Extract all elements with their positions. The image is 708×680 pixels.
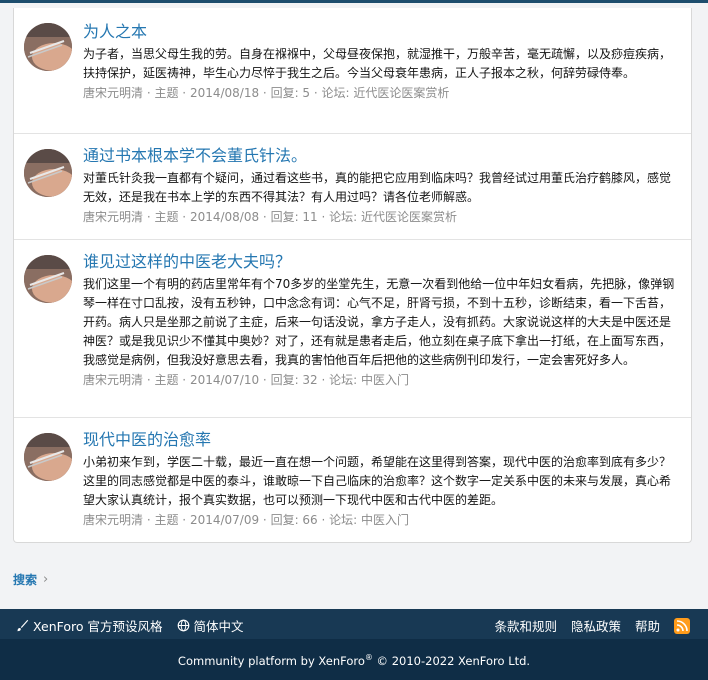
breadcrumb-search-link[interactable]: 搜索 bbox=[13, 571, 37, 588]
avatar[interactable] bbox=[24, 23, 72, 71]
result-date: 2014/08/18 bbox=[189, 86, 260, 100]
paintbrush-icon bbox=[16, 619, 29, 632]
xenforo-copyright-link[interactable]: Community platform by XenForo® © 2010-20… bbox=[177, 653, 531, 668]
result-title-link[interactable]: 谁见过这样的中医老大夫吗？ bbox=[83, 251, 677, 273]
result-forum-label: 论坛: bbox=[329, 373, 358, 387]
result-snippet: 我们这里一个有明的药店里常年有个70多岁的坐堂先生，无意一次看到他给一位中年妇女… bbox=[83, 277, 675, 367]
result-date: 2014/07/10 bbox=[189, 373, 260, 387]
result-author-link[interactable]: 唐宋元明清 bbox=[83, 210, 143, 224]
result-type: 主题 bbox=[154, 210, 179, 224]
style-chooser-link[interactable]: XenForo 官方预设风格 bbox=[16, 616, 163, 635]
result-meta: 唐宋元明清 · 主题 · 2014/07/09 · 回复: 66 · 论坛: 中… bbox=[83, 513, 410, 527]
chevron-right-icon: › bbox=[43, 572, 49, 587]
result-meta: 唐宋元明清 · 主题 · 2014/07/10 · 回复: 32 · 论坛: 中… bbox=[83, 373, 410, 387]
result-forum-link[interactable]: 近代医论医案赏析 bbox=[361, 210, 457, 224]
copyright-prefix: Community platform by XenForo bbox=[177, 653, 365, 668]
footer-copyright: Community platform by XenForo® © 2010-20… bbox=[0, 639, 708, 680]
result-forum-link[interactable]: 中医入门 bbox=[361, 513, 409, 527]
result-forum-label: 论坛: bbox=[321, 86, 350, 100]
language-chooser-label: 简体中文 bbox=[193, 619, 244, 634]
result-replies: 回复: 5 bbox=[270, 86, 311, 100]
avatar[interactable] bbox=[24, 149, 72, 197]
result-author-link[interactable]: 唐宋元明清 bbox=[83, 373, 143, 387]
result-replies: 回复: 66 bbox=[270, 513, 318, 527]
result-title-link[interactable]: 现代中医的治愈率 bbox=[83, 429, 677, 451]
avatar[interactable] bbox=[24, 255, 72, 303]
result-forum-label: 论坛: bbox=[329, 513, 358, 527]
privacy-link[interactable]: 隐私政策 bbox=[571, 616, 621, 635]
result-snippet: 为子者，当思父母生我的劳。自身在褓褓中，父母昼夜保抱，就湿推干，万般辛苦，毫无疏… bbox=[83, 47, 672, 80]
search-result: 谁见过这样的中医老大夫吗？ 我们这里一个有明的药店里常年有个70多岁的坐堂先生，… bbox=[14, 240, 691, 418]
result-date: 2014/07/09 bbox=[189, 513, 260, 527]
result-forum-link[interactable]: 近代医论医案赏析 bbox=[353, 86, 449, 100]
result-snippet: 小弟初来乍到，学医二十载，最近一直在想一个问题，希望能在这里得到答案，现代中医的… bbox=[83, 455, 672, 507]
help-link[interactable]: 帮助 bbox=[635, 616, 660, 635]
result-type: 主题 bbox=[154, 513, 179, 527]
result-type: 主题 bbox=[154, 86, 179, 100]
result-author-link[interactable]: 唐宋元明清 bbox=[83, 86, 143, 100]
search-results-block: 为人之本 为子者，当思父母生我的劳。自身在褓褓中，父母昼夜保抱，就湿推干，万般辛… bbox=[13, 8, 692, 543]
result-snippet: 对董氏针灸我一直都有个疑问，通过看这些书，真的能把它应用到临床吗？我曾经试过用董… bbox=[83, 171, 672, 204]
header-bottom-edge bbox=[0, 0, 708, 3]
footer-navigation: XenForo 官方预设风格 简体中文 条款和规则 隐私政策 帮助 bbox=[0, 609, 708, 639]
rss-icon[interactable] bbox=[674, 617, 690, 634]
result-forum-label: 论坛: bbox=[329, 210, 358, 224]
result-date: 2014/08/08 bbox=[189, 210, 260, 224]
copyright-suffix: © 2010-2022 XenForo Ltd. bbox=[372, 653, 531, 668]
search-result: 通过书本根本学不会董氏针法。 对董氏针灸我一直都有个疑问，通过看这些书，真的能把… bbox=[14, 134, 691, 240]
result-author-link[interactable]: 唐宋元明清 bbox=[83, 513, 143, 527]
result-title-link[interactable]: 通过书本根本学不会董氏针法。 bbox=[83, 145, 677, 167]
search-result: 为人之本 为子者，当思父母生我的劳。自身在褓褓中，父母昼夜保抱，就湿推干，万般辛… bbox=[14, 8, 691, 134]
registered-mark: ® bbox=[364, 653, 373, 662]
result-replies: 回复: 11 bbox=[270, 210, 318, 224]
language-chooser-link[interactable]: 简体中文 bbox=[177, 616, 244, 635]
style-chooser-label: XenForo 官方预设风格 bbox=[33, 619, 163, 634]
terms-link[interactable]: 条款和规则 bbox=[494, 616, 557, 635]
avatar[interactable] bbox=[24, 433, 72, 481]
result-forum-link[interactable]: 中医入门 bbox=[361, 373, 409, 387]
result-meta: 唐宋元明清 · 主题 · 2014/08/18 · 回复: 5 · 论坛: 近代… bbox=[83, 86, 450, 100]
result-type: 主题 bbox=[154, 373, 179, 387]
globe-icon bbox=[177, 619, 189, 632]
search-result: 现代中医的治愈率 小弟初来乍到，学医二十载，最近一直在想一个问题，希望能在这里得… bbox=[14, 418, 691, 542]
breadcrumb: 搜索 › bbox=[13, 571, 48, 588]
result-title-link[interactable]: 为人之本 bbox=[83, 21, 677, 43]
result-replies: 回复: 32 bbox=[270, 373, 318, 387]
result-meta: 唐宋元明清 · 主题 · 2014/08/08 · 回复: 11 · 论坛: 近… bbox=[83, 210, 458, 224]
